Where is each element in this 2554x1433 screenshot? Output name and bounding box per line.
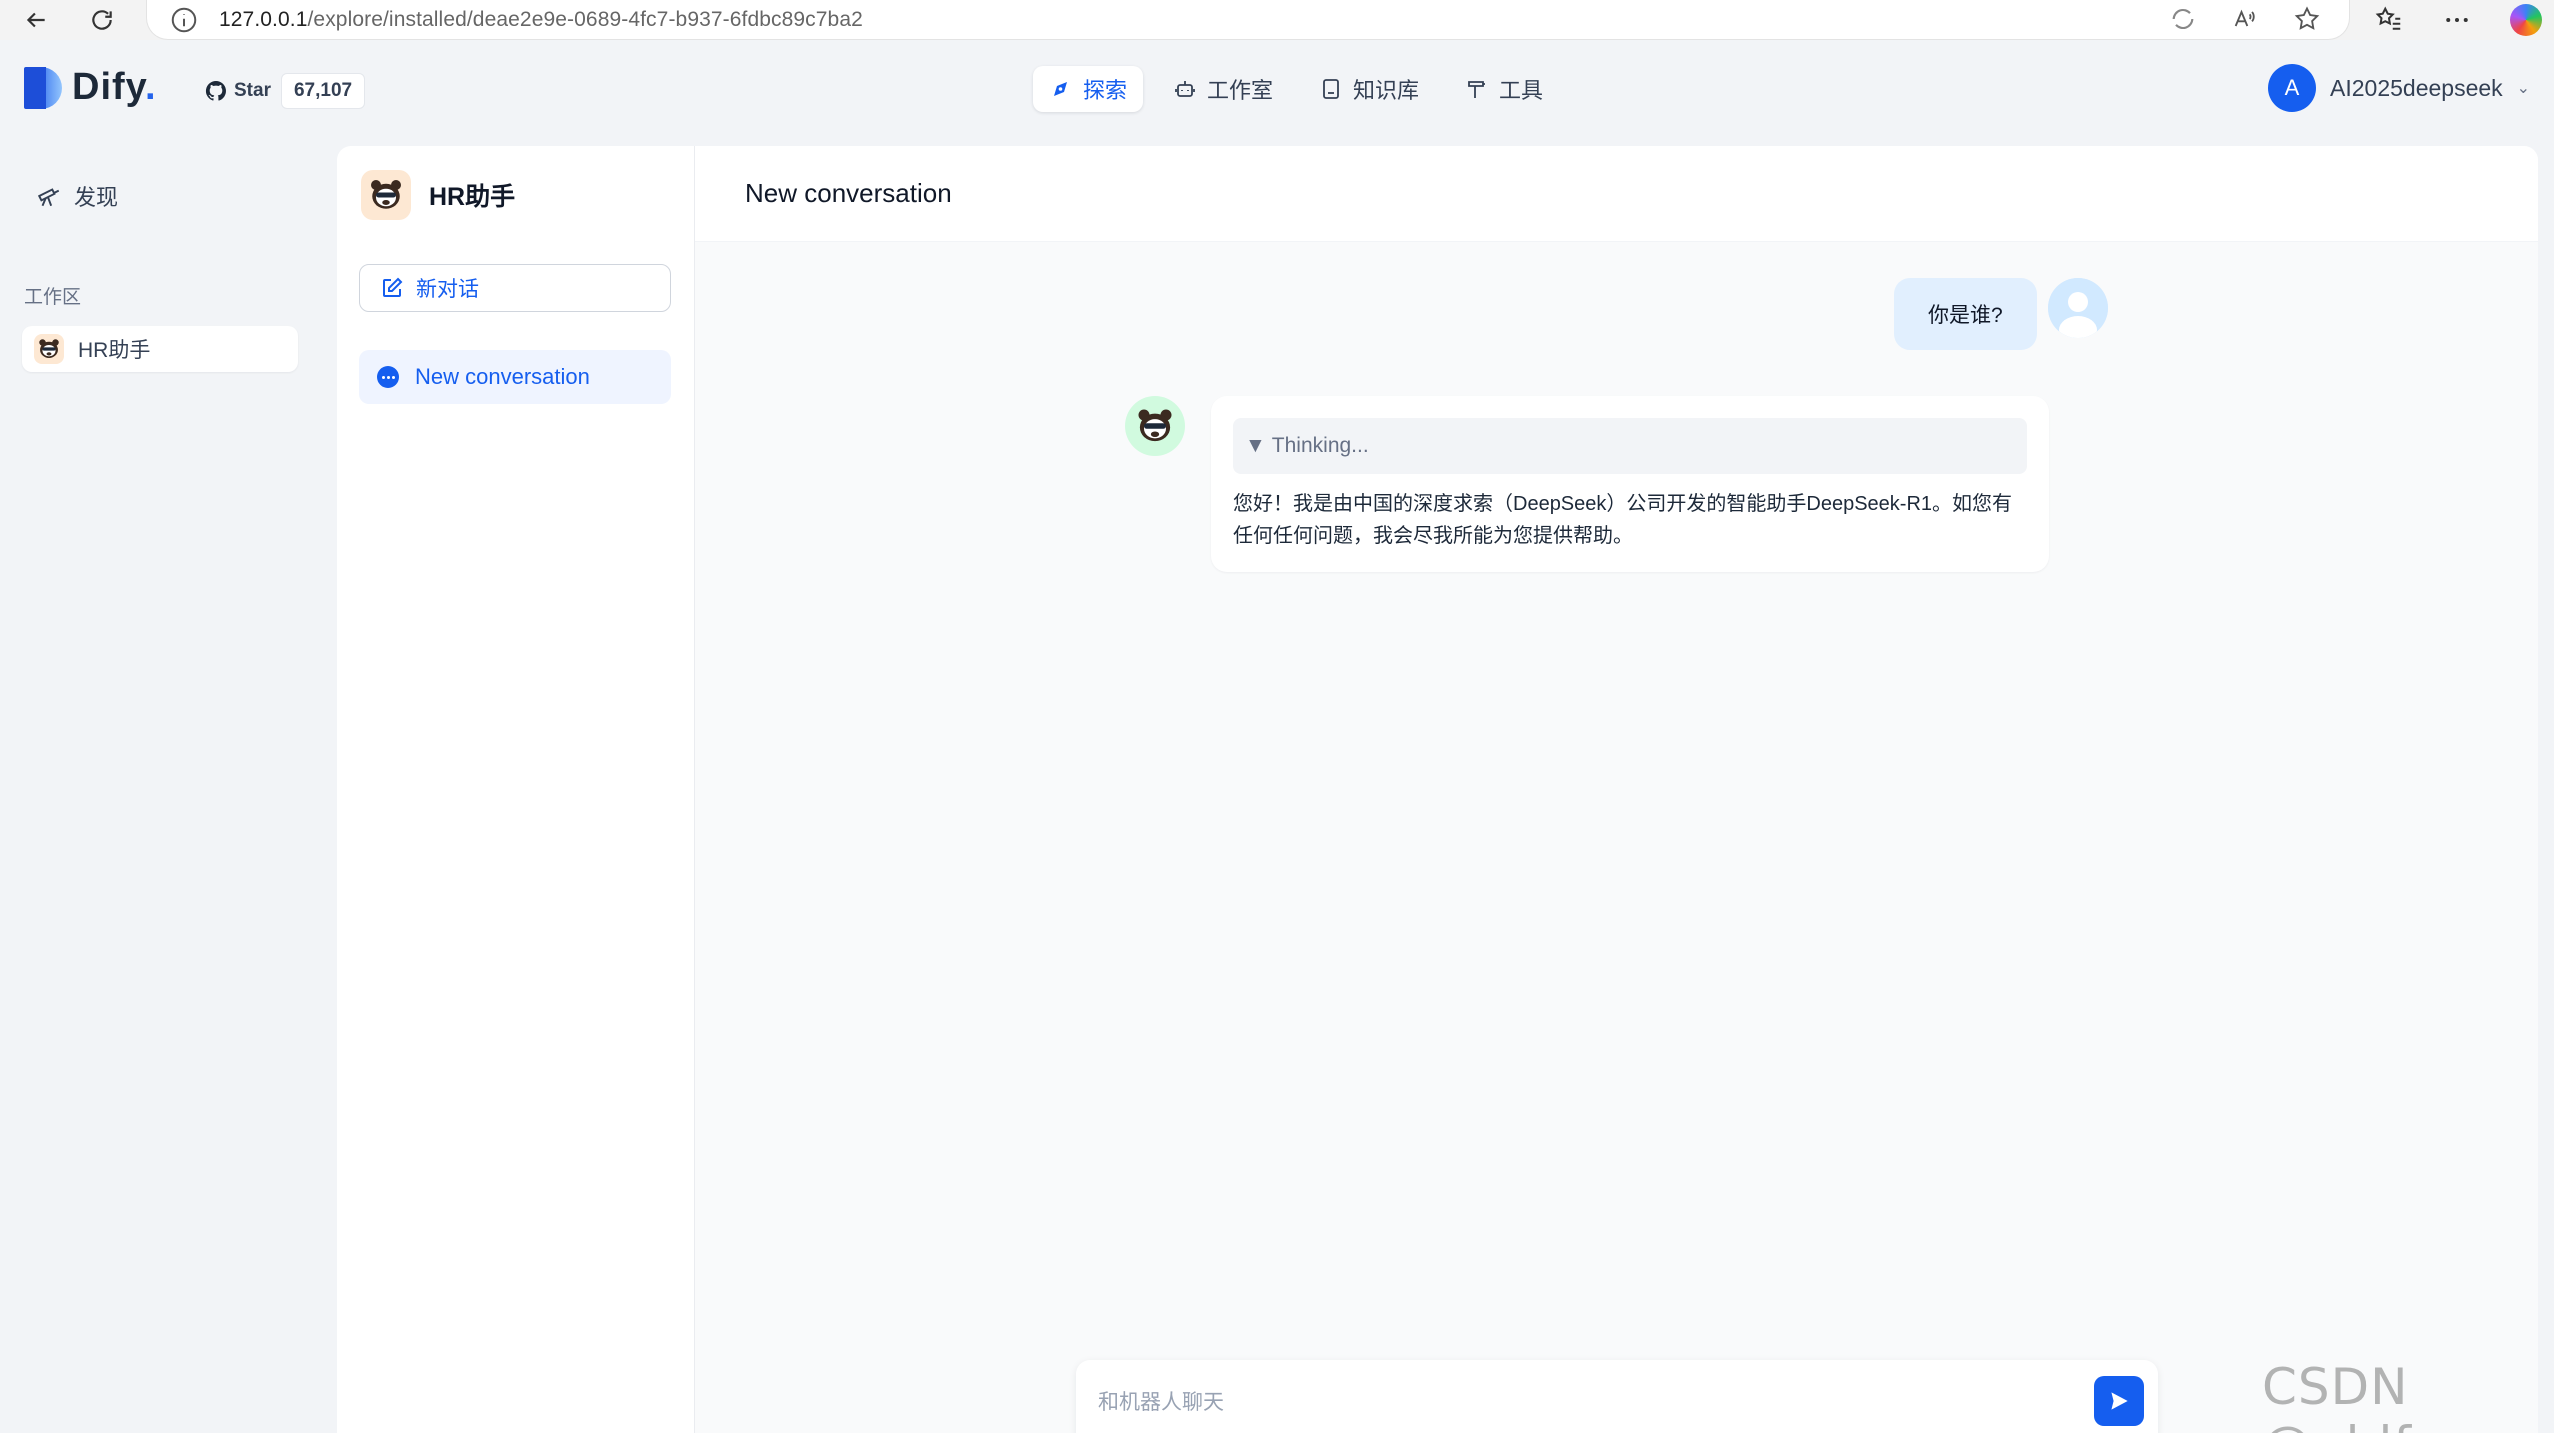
watermark: CSDN @gblfy bbox=[2262, 1358, 2441, 1433]
dify-logo-mark bbox=[24, 66, 64, 109]
conversation-item[interactable]: New conversation bbox=[359, 350, 671, 404]
url-host: 127.0.0.1 bbox=[219, 7, 308, 31]
logo-dot: . bbox=[144, 66, 157, 108]
triangle-down-icon: ▼ bbox=[1245, 434, 1266, 457]
read-aloud-icon[interactable] bbox=[2231, 5, 2259, 33]
refresh-icon[interactable] bbox=[80, 0, 124, 40]
logo-text: Dify. bbox=[72, 66, 157, 109]
discover-label: 发现 bbox=[74, 185, 119, 210]
top-navigation: 探索 工作室 知识库 工具 bbox=[1033, 66, 1559, 112]
thinking-toggle[interactable]: ▼ Thinking... bbox=[1233, 418, 2027, 474]
send-icon bbox=[2111, 1392, 2128, 1410]
url-text: 127.0.0.1/explore/installed/deae2e9e-068… bbox=[219, 8, 863, 32]
explore-icon bbox=[1054, 82, 1067, 96]
nav-tab-label: 探索 bbox=[1083, 78, 1128, 103]
nav-tab-explore[interactable]: 探索 bbox=[1033, 66, 1144, 112]
bot-answer-text: 您好！我是由中国的深度求索（DeepSeek）公司开发的智能助手DeepSeek… bbox=[1233, 493, 2013, 547]
github-star-widget[interactable]: Star 67,107 bbox=[204, 72, 366, 110]
thinking-label: Thinking... bbox=[1271, 434, 1369, 457]
username: AI2025deepseek bbox=[2330, 74, 2503, 101]
chat-area: New conversation 你是谁? ▼ Thinking... 您好！我… bbox=[695, 146, 2538, 1433]
app-header-block: HR助手 bbox=[361, 170, 515, 220]
browser-toolbar: 127.0.0.1/explore/installed/deae2e9e-068… bbox=[0, 0, 2554, 40]
github-star-count: 67,107 bbox=[280, 73, 366, 109]
workspace-section-label: 工作区 bbox=[24, 287, 82, 308]
address-bar[interactable]: 127.0.0.1/explore/installed/deae2e9e-068… bbox=[146, 0, 2350, 40]
chat-composer bbox=[1076, 1360, 2158, 1433]
left-sidebar: 发现 工作区 HR助手 bbox=[0, 132, 322, 1433]
github-star-label: Star bbox=[234, 80, 271, 101]
book-icon bbox=[1323, 79, 1339, 99]
bot-avatar-icon bbox=[1125, 396, 1185, 456]
favorite-star-icon[interactable] bbox=[2293, 5, 2321, 33]
user-message-bubble: 你是谁? bbox=[1894, 278, 2037, 350]
favorites-list-icon[interactable] bbox=[2374, 5, 2404, 35]
telescope-icon bbox=[37, 188, 60, 207]
chat-input[interactable] bbox=[1098, 1391, 2058, 1415]
chat-bubble-icon bbox=[377, 366, 399, 388]
sidebar-item-hr-assistant[interactable]: HR助手 bbox=[22, 326, 298, 372]
chat-header: New conversation bbox=[695, 146, 2538, 242]
edit-icon bbox=[383, 277, 403, 297]
chat-title: New conversation bbox=[745, 178, 952, 208]
user-avatar: A bbox=[2268, 64, 2316, 112]
dify-logo[interactable]: Dify. bbox=[24, 66, 157, 109]
back-arrow-icon[interactable] bbox=[14, 0, 58, 40]
conversation-label: New conversation bbox=[415, 364, 590, 389]
github-icon bbox=[205, 80, 226, 101]
robot-icon bbox=[1175, 81, 1195, 97]
sidebar-item-discover[interactable]: 发现 bbox=[36, 180, 118, 212]
github-star-button[interactable]: Star bbox=[204, 79, 281, 103]
nav-tab-label: 工具 bbox=[1499, 78, 1544, 103]
bear-icon bbox=[34, 334, 64, 364]
bot-message-bubble: ▼ Thinking... 您好！我是由中国的深度求索（DeepSeek）公司开… bbox=[1211, 396, 2049, 572]
hammer-icon bbox=[1468, 81, 1486, 98]
new-chat-label: 新对话 bbox=[416, 278, 479, 301]
url-path: /explore/installed/deae2e9e-0689-4fc7-b9… bbox=[307, 7, 863, 31]
send-button[interactable] bbox=[2094, 1376, 2144, 1426]
more-options-icon[interactable] bbox=[2442, 5, 2472, 35]
app-title: HR助手 bbox=[429, 183, 516, 211]
new-chat-button[interactable]: 新对话 bbox=[359, 264, 671, 312]
nav-tab-studio[interactable]: 工作室 bbox=[1157, 66, 1289, 112]
app-header: Dify. Star 67,107 探索 工作室 知识库 工具 A AI2025… bbox=[0, 40, 2554, 132]
chevron-down-icon: ⌄ bbox=[2516, 80, 2531, 97]
user-avatar-icon bbox=[2048, 278, 2108, 338]
nav-tab-label: 知识库 bbox=[1353, 78, 1420, 103]
nav-tab-knowledge[interactable]: 知识库 bbox=[1303, 66, 1435, 112]
user-menu[interactable]: A AI2025deepseek ⌄ bbox=[2268, 64, 2530, 112]
conversation-panel: HR助手 新对话 New conversation bbox=[337, 146, 695, 1433]
bear-icon bbox=[361, 170, 411, 220]
translate-icon[interactable] bbox=[2169, 5, 2197, 33]
sidebar-item-label: HR助手 bbox=[78, 339, 151, 362]
nav-tab-tools[interactable]: 工具 bbox=[1449, 66, 1559, 112]
copilot-icon[interactable] bbox=[2510, 4, 2542, 36]
logo-word: Dify bbox=[72, 66, 145, 108]
user-message-text: 你是谁? bbox=[1928, 304, 2003, 327]
site-info-icon[interactable] bbox=[169, 5, 199, 35]
nav-tab-label: 工作室 bbox=[1207, 78, 1274, 103]
